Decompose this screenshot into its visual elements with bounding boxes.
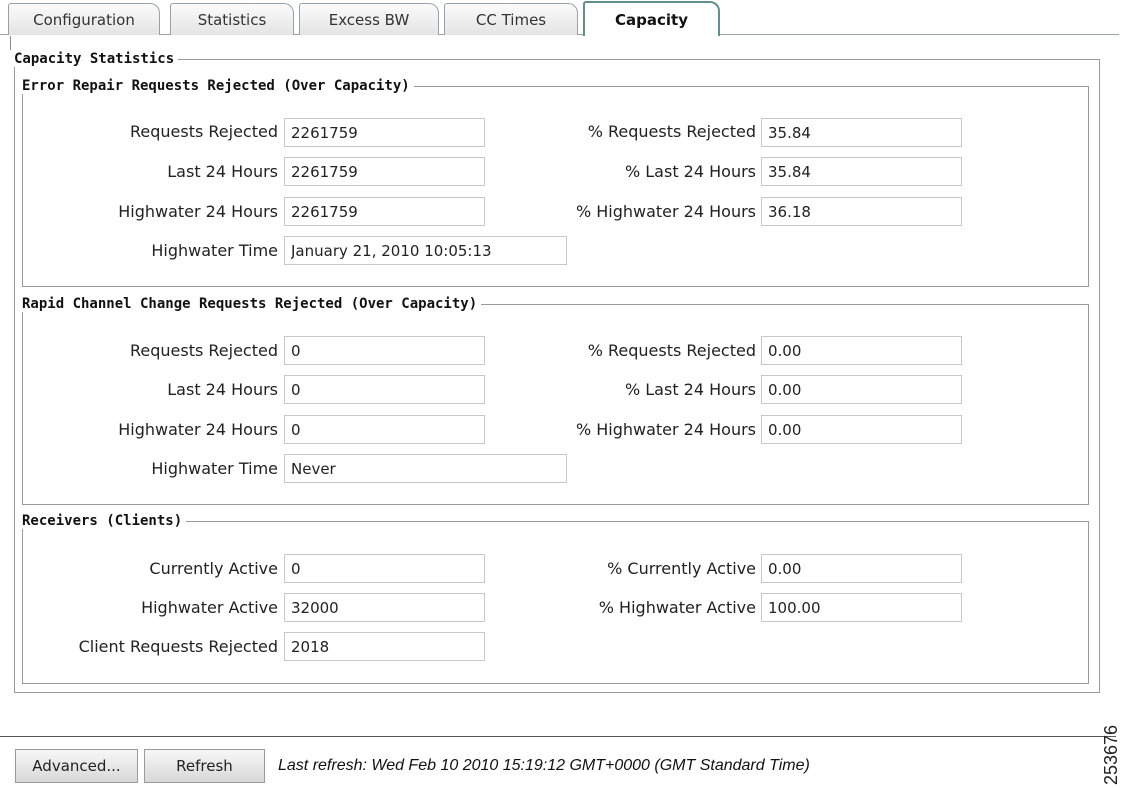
last-24-hours-label: Last 24 Hours (167, 162, 278, 181)
advanced-button[interactable]: Advanced... (15, 749, 138, 783)
rcc-highwater-24-hours-label: Highwater 24 Hours (118, 420, 278, 439)
rapid-channel-change-legend: Rapid Channel Change Requests Rejected (… (22, 296, 478, 312)
pct-last-24-hours-field[interactable] (761, 157, 962, 186)
rcc-pct-last-24-hours-field[interactable] (761, 375, 962, 404)
error-repair-legend: Error Repair Requests Rejected (Over Cap… (22, 78, 410, 94)
rcc-pct-requests-rejected-field[interactable] (761, 336, 962, 365)
rcc-highwater-time-field[interactable] (284, 454, 567, 483)
pct-currently-active-field[interactable] (761, 554, 962, 583)
highwater-active-field[interactable] (284, 593, 485, 622)
tab-bar: Configuration Statistics Excess BW CC Ti… (0, 0, 1131, 36)
rcc-requests-rejected-label: Requests Rejected (129, 341, 278, 360)
pct-highwater-active-field[interactable] (761, 593, 962, 622)
tab-statistics[interactable]: Statistics (170, 3, 294, 35)
currently-active-label: Currently Active (149, 559, 278, 578)
tab-cc-times[interactable]: CC Times (444, 3, 578, 35)
rcc-pct-highwater-24-hours-field[interactable] (761, 415, 962, 444)
pct-currently-active-label: % Currently Active (607, 559, 756, 578)
rcc-pct-last-24-hours-label: % Last 24 Hours (624, 380, 756, 399)
receivers-legend: Receivers (Clients) (22, 513, 183, 529)
rcc-pct-requests-rejected-label: % Requests Rejected (587, 341, 756, 360)
rcc-last-24-hours-field[interactable] (284, 375, 485, 404)
tab-capacity[interactable]: Capacity (583, 1, 720, 36)
capacity-statistics-legend: Capacity Statistics (14, 51, 175, 67)
pct-requests-rejected-field[interactable] (761, 118, 962, 147)
tab-excess-bw[interactable]: Excess BW (299, 3, 439, 35)
rcc-requests-rejected-field[interactable] (284, 336, 485, 365)
requests-rejected-label: Requests Rejected (129, 122, 278, 141)
highwater-time-field[interactable] (284, 236, 567, 265)
requests-rejected-field[interactable] (284, 118, 485, 147)
client-requests-rejected-label: Client Requests Rejected (78, 637, 278, 656)
rcc-last-24-hours-label: Last 24 Hours (167, 380, 278, 399)
rcc-pct-highwater-24-hours-label: % Highwater 24 Hours (575, 420, 756, 439)
pct-highwater-24-hours-label: % Highwater 24 Hours (575, 202, 756, 221)
highwater-24-hours-label: Highwater 24 Hours (118, 202, 278, 221)
figure-number: 253676 (1101, 724, 1121, 785)
client-requests-rejected-field[interactable] (284, 632, 485, 661)
last-refresh-text: Last refresh: Wed Feb 10 2010 15:19:12 G… (278, 757, 810, 774)
divider (10, 36, 11, 50)
currently-active-field[interactable] (284, 554, 485, 583)
highwater-active-label: Highwater Active (141, 598, 278, 617)
footer-divider (0, 736, 1116, 737)
pct-highwater-24-hours-field[interactable] (761, 197, 962, 226)
last-24-hours-field[interactable] (284, 157, 485, 186)
rcc-highwater-24-hours-field[interactable] (284, 415, 485, 444)
rcc-highwater-time-label: Highwater Time (151, 459, 278, 478)
highwater-24-hours-field[interactable] (284, 197, 485, 226)
highwater-time-label: Highwater Time (151, 241, 278, 260)
pct-highwater-active-label: % Highwater Active (598, 598, 756, 617)
refresh-button[interactable]: Refresh (144, 749, 265, 783)
pct-last-24-hours-label: % Last 24 Hours (624, 162, 756, 181)
tab-configuration[interactable]: Configuration (8, 3, 160, 35)
pct-requests-rejected-label: % Requests Rejected (587, 122, 756, 141)
